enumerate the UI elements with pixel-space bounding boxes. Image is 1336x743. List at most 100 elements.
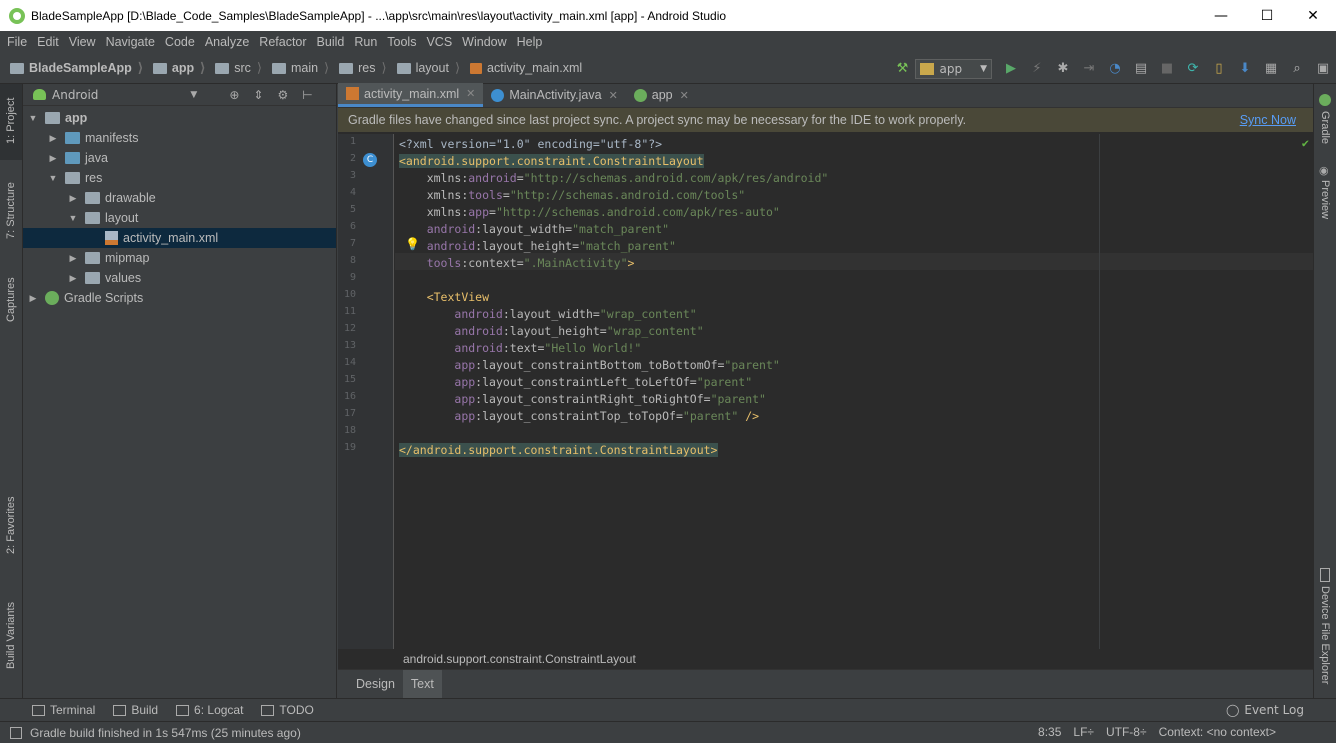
chevron-down-icon[interactable]: ▼ [190, 90, 197, 100]
tool-window-device-file-explorer[interactable]: Device File Explorer [1319, 586, 1331, 684]
debug-icon[interactable]: ✱ [1053, 61, 1073, 77]
collapse-all-icon[interactable]: ⇕ [253, 88, 263, 102]
sdk-manager-icon[interactable]: ⬇ [1235, 61, 1255, 77]
tree-item[interactable]: ▶ drawable [23, 188, 336, 208]
bottom-tool-terminal[interactable]: Terminal [32, 703, 95, 717]
tree-item[interactable]: ▼ res [23, 168, 336, 188]
tree-item[interactable]: ▼ layout [23, 208, 336, 228]
menu-refactor[interactable]: Refactor [254, 35, 311, 49]
menu-build[interactable]: Build [312, 35, 350, 49]
menu-code[interactable]: Code [160, 35, 200, 49]
tool-window-preview[interactable]: Preview [1319, 180, 1331, 219]
run-icon[interactable]: ▶ [1001, 61, 1021, 77]
close-tab-icon[interactable]: ✕ [466, 87, 475, 100]
chevron-right-icon[interactable]: ▶ [67, 253, 79, 264]
close-button[interactable]: ✕ [1290, 0, 1336, 31]
menu-help[interactable]: Help [512, 35, 548, 49]
breadcrumb-item[interactable]: app ⟩ [147, 60, 205, 76]
sync-project-icon[interactable]: ⟳ [1183, 61, 1203, 77]
attach-debugger-icon[interactable]: ⇥ [1079, 61, 1099, 77]
run-tests-icon[interactable]: ▤ [1131, 61, 1151, 77]
gradle-sync-banner: Gradle files have changed since last pro… [338, 108, 1313, 132]
menu-analyze[interactable]: Analyze [200, 35, 254, 49]
tool-window-build-variants[interactable]: Build Variants [5, 602, 17, 669]
menu-tools[interactable]: Tools [382, 35, 421, 49]
chevron-right-icon[interactable]: ▶ [67, 193, 79, 204]
tree-item[interactable]: activity_main.xml [23, 228, 336, 248]
line-separator[interactable]: LF÷ [1073, 725, 1094, 739]
editor-tab[interactable]: MainActivity.java ✕ [483, 83, 625, 107]
code-editor[interactable]: 1 2 3 4 5 6 7 8 9 10 11 12 13 14 15 16 17 18 19 C 💡 <?xml … [338, 134, 1313, 649]
chevron-down-icon[interactable]: ▼ [27, 113, 39, 123]
structure-breadcrumb[interactable]: android.support.constraint.ConstraintLay… [338, 649, 1313, 669]
breadcrumb-item[interactable]: src ⟩ [209, 60, 262, 76]
project-structure-icon[interactable]: ▦ [1261, 61, 1281, 77]
breadcrumb-item[interactable]: main ⟩ [266, 60, 329, 76]
context-widget[interactable]: Context: <no context> [1159, 725, 1276, 739]
code-token: <?xml version="1.0" encoding="utf-8"?> [399, 137, 663, 151]
locate-icon[interactable]: ⊕ [229, 88, 239, 102]
hide-panel-icon[interactable]: ⊢ [302, 88, 312, 102]
gear-icon[interactable]: ⚙ [277, 88, 288, 102]
bottom-tool-label: TODO [279, 703, 314, 717]
breadcrumb-item[interactable]: BladeSampleApp ⟩ [4, 60, 143, 76]
menu-run[interactable]: Run [349, 35, 382, 49]
bottom-tool-logcat[interactable]: 6: Logcat [176, 703, 243, 717]
chevron-right-icon[interactable]: ▶ [47, 133, 59, 144]
tree-item[interactable]: ▼ app [23, 108, 336, 128]
chevron-down-icon[interactable]: ▼ [47, 173, 59, 183]
editor-tab[interactable]: app ✕ [626, 83, 697, 107]
maximize-button[interactable]: ☐ [1244, 0, 1290, 31]
menu-window[interactable]: Window [457, 35, 511, 49]
tree-item[interactable]: ▶ values [23, 268, 336, 288]
stop-icon[interactable]: ■ [1157, 61, 1177, 77]
tool-window-gradle[interactable]: Gradle [1319, 111, 1331, 144]
event-log-button[interactable]: ◯ Event Log [1226, 703, 1304, 717]
tool-window-captures[interactable]: Captures [5, 277, 17, 322]
search-icon[interactable]: ⌕ [1287, 61, 1307, 77]
tree-item[interactable]: ▶ Gradle Scripts [23, 288, 336, 308]
editor-tab[interactable]: activity_main.xml ✕ [338, 83, 484, 107]
tab-design[interactable]: Design [348, 670, 403, 699]
breadcrumb-item[interactable]: layout ⟩ [391, 60, 460, 76]
menu-navigate[interactable]: Navigate [101, 35, 160, 49]
close-tab-icon[interactable]: ✕ [609, 89, 618, 102]
layout-inspector-icon[interactable]: ▣ [1313, 61, 1333, 77]
folder-icon [339, 62, 354, 74]
tool-windows-toggle-icon[interactable] [10, 726, 22, 739]
tree-item[interactable]: ▶ mipmap [23, 248, 336, 268]
make-project-icon[interactable]: ⚒ [892, 61, 912, 77]
class-gutter-icon[interactable]: C [363, 153, 377, 167]
tool-window-structure[interactable]: 7: Structure [5, 182, 17, 239]
tree-item[interactable]: ▶ manifests [23, 128, 336, 148]
bottom-tool-build[interactable]: Build [113, 703, 158, 717]
breadcrumb-item[interactable]: res ⟩ [333, 60, 387, 76]
status-message[interactable]: Gradle build finished in 1s 547ms (25 mi… [30, 726, 301, 740]
run-config-select[interactable]: app ▼ [915, 58, 992, 79]
breadcrumb-label: BladeSampleApp [29, 61, 132, 75]
tab-text[interactable]: Text [402, 669, 442, 699]
close-tab-icon[interactable]: ✕ [680, 89, 689, 102]
project-view-mode[interactable]: Android [52, 88, 98, 102]
avd-manager-icon[interactable]: ▯ [1209, 61, 1229, 77]
profile-icon[interactable]: ◔ [1105, 61, 1125, 77]
breadcrumb-item[interactable]: activity_main.xml [464, 61, 582, 75]
chevron-right-icon[interactable]: ▶ [47, 153, 59, 164]
apply-changes-icon[interactable]: ⚡ [1027, 61, 1047, 77]
caret-position[interactable]: 8:35 [1038, 725, 1061, 739]
menu-view[interactable]: View [64, 35, 101, 49]
chevron-right-icon[interactable]: ▶ [27, 293, 39, 304]
file-encoding[interactable]: UTF-8÷ [1106, 725, 1147, 739]
chevron-right-icon[interactable]: ▶ [67, 273, 79, 284]
menu-edit[interactable]: Edit [32, 35, 64, 49]
sync-now-link[interactable]: Sync Now [1240, 113, 1296, 127]
tree-item[interactable]: ▶ java [23, 148, 336, 168]
menu-file[interactable]: File [2, 35, 32, 49]
minimize-button[interactable]: — [1198, 0, 1244, 31]
tool-window-favorites[interactable]: 2: Favorites [5, 497, 17, 554]
tool-window-project[interactable]: 1: Project [5, 98, 17, 144]
menu-vcs[interactable]: VCS [421, 35, 457, 49]
chevron-down-icon[interactable]: ▼ [67, 213, 79, 223]
bottom-tool-todo[interactable]: TODO [261, 703, 314, 717]
